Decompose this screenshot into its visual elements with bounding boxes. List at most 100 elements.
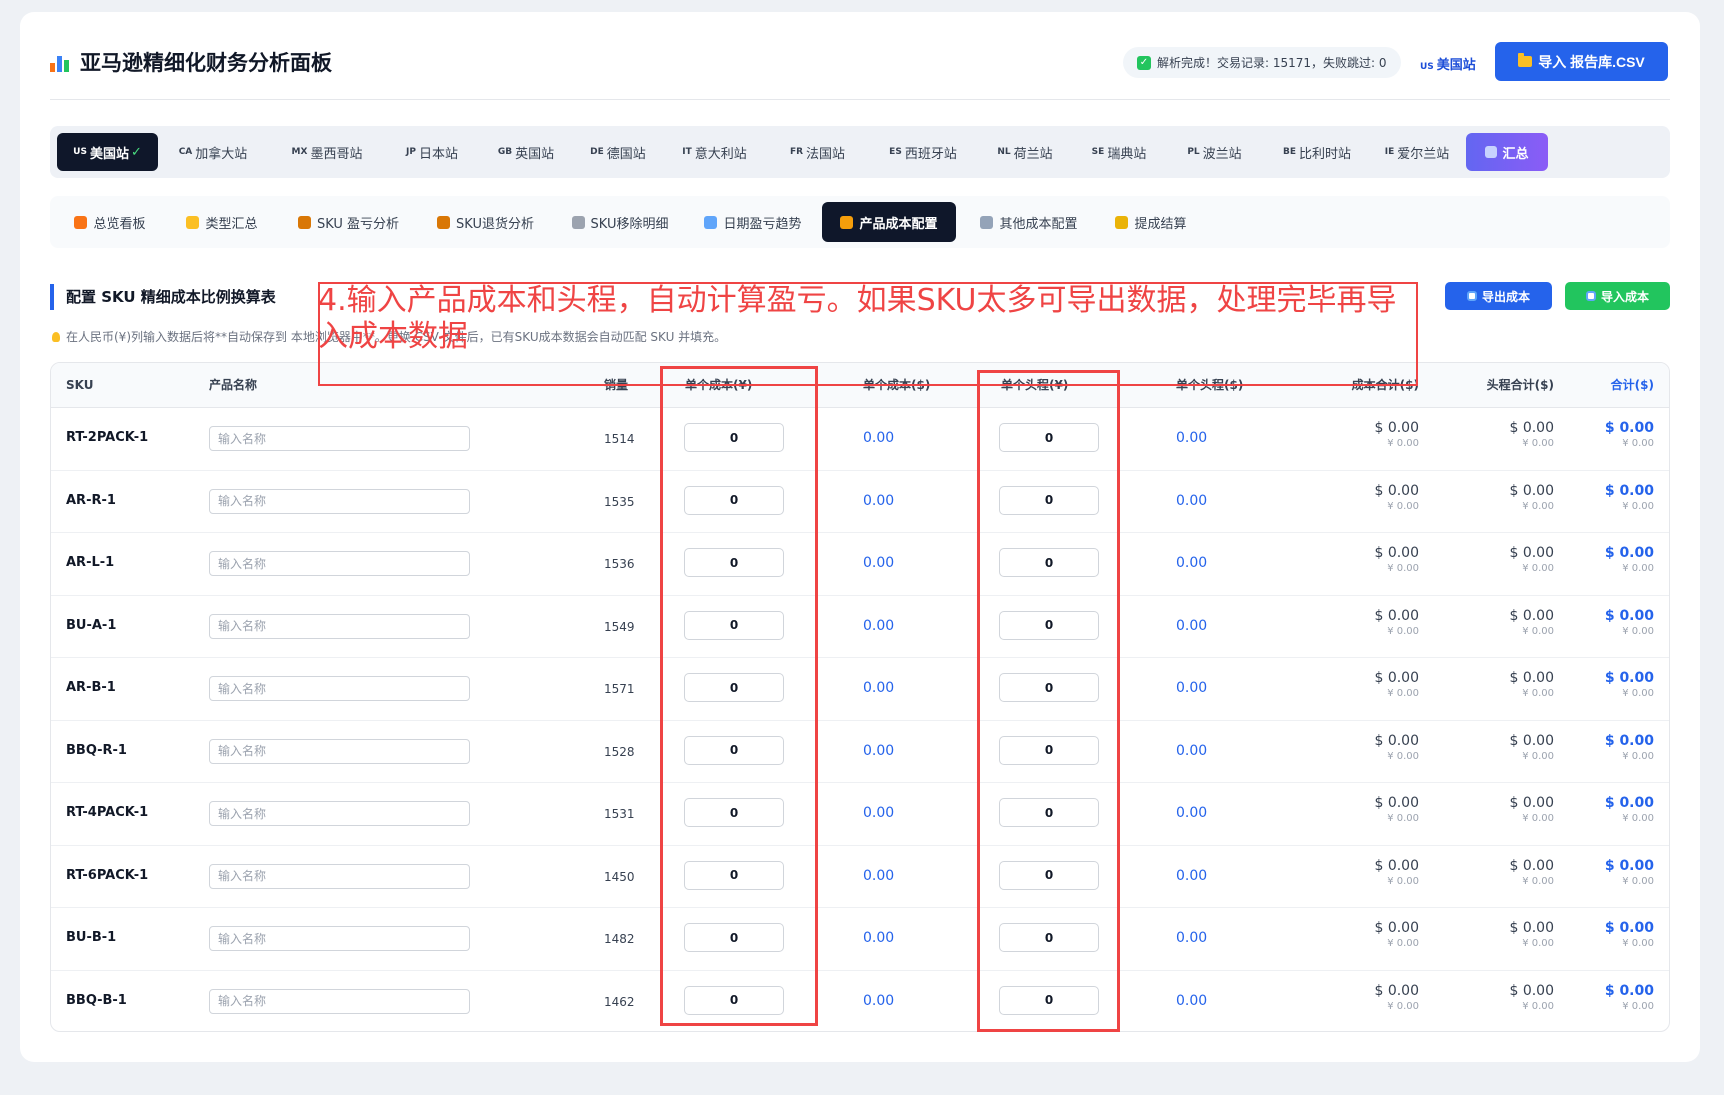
unit-cost-usd-value: 0.00 xyxy=(863,867,895,884)
view-tab-0[interactable]: 总览看板 xyxy=(58,202,162,242)
site-tab-ie[interactable]: IE 爱尔兰站 xyxy=(1375,133,1459,171)
product-name-input[interactable] xyxy=(209,801,470,826)
column-header[interactable]: SKU xyxy=(66,363,93,408)
grand-total-cny: ¥ 0.00 xyxy=(1622,500,1654,512)
view-tab-4[interactable]: SKU移除明细 xyxy=(556,202,684,242)
product-name-input[interactable] xyxy=(209,613,470,639)
product-name-input[interactable] xyxy=(209,738,470,764)
freight-total-cell: $ 0.00 ¥ 0.00 xyxy=(1509,983,1554,1012)
site-tab-nl[interactable]: NL 荷兰站 xyxy=(982,133,1068,171)
import-cost-button[interactable]: 导入成本 xyxy=(1565,282,1670,310)
unit-cost-usd-value: 0.00 xyxy=(863,805,895,821)
grand-total-usd: $ 0.00 xyxy=(1604,420,1654,436)
export-cost-button[interactable]: 导出成本 xyxy=(1445,282,1552,310)
column-header[interactable]: 合计($) xyxy=(1611,363,1654,408)
site-tab-gb[interactable]: GB 英国站 xyxy=(482,133,570,171)
view-tab-8[interactable]: 提成结算 xyxy=(1102,202,1200,242)
grand-total-usd: $ 0.00 xyxy=(1604,857,1654,874)
calendar-icon xyxy=(704,215,718,229)
view-tab-1[interactable]: 类型汇总 xyxy=(170,202,274,242)
site-tab-jp[interactable]: JP 日本站 xyxy=(390,133,474,171)
view-tabs: 总览看板 类型汇总 SKU 盈亏分析 SKU退货分析 SKU移除明细 日期盈亏趋势 产品成本… xyxy=(50,196,1670,248)
export-cost-label: 导出成本 xyxy=(1481,289,1530,304)
product-name-input[interactable] xyxy=(209,926,470,951)
site-tab-label: 汇总 xyxy=(1502,146,1529,162)
sku-cell: BBQ-R-1 xyxy=(66,742,127,758)
unit-cost-usd-value: 0.00 xyxy=(863,992,895,1009)
import-csv-button[interactable]: 导入 报告库.CSV xyxy=(1495,42,1668,81)
unit-cost-usd-value: 0.00 xyxy=(863,680,895,696)
view-tab-label: 类型汇总 xyxy=(205,216,258,232)
current-site-link[interactable]: US 美国站 xyxy=(1420,54,1476,73)
view-tab-5[interactable]: 日期盈亏趋势 xyxy=(692,202,814,242)
cost-total-usd: $ 0.00 xyxy=(1374,545,1419,561)
site-tab-label: 荷兰站 xyxy=(1013,146,1053,162)
view-tab-label: SKU移除明细 xyxy=(590,216,669,232)
view-tab-3[interactable]: SKU退货分析 xyxy=(423,202,548,242)
table-row: BBQ-B-114620.000.00$ 0.00¥ 0.00$ 0.00¥ 0… xyxy=(51,971,1669,1032)
site-tab-label: 英国站 xyxy=(515,146,555,162)
cost-total-cny: ¥ 0.00 xyxy=(1387,563,1419,574)
site-tab-code: ES xyxy=(889,147,902,157)
site-tab-it[interactable]: IT 意大利站 xyxy=(666,133,763,171)
cost-total-cny: ¥ 0.00 xyxy=(1387,875,1419,887)
site-tab-label: 波兰站 xyxy=(1202,146,1242,162)
view-tab-6[interactable]: 产品成本配置 xyxy=(822,202,956,242)
table-row: RT-2PACK-115140.000.00$ 0.00¥ 0.00$ 0.00… xyxy=(51,408,1669,471)
cost-total-usd: $ 0.00 xyxy=(1374,420,1419,436)
grand-total-usd: $ 0.00 xyxy=(1604,795,1654,811)
freight-total-usd: $ 0.00 xyxy=(1509,982,1554,999)
view-tab-2[interactable]: SKU 盈亏分析 xyxy=(282,202,415,242)
site-tab-es[interactable]: ES 西班牙站 xyxy=(872,133,974,171)
cost-total-cny: ¥ 0.00 xyxy=(1387,438,1419,449)
cost-total-usd: $ 0.00 xyxy=(1374,482,1419,499)
site-tab-code: FR xyxy=(789,147,804,157)
freight-total-cny: ¥ 0.00 xyxy=(1522,813,1554,824)
site-tab-label: 西班牙站 xyxy=(904,146,957,162)
lightbulb-icon xyxy=(52,331,60,342)
site-tab-se[interactable]: SE 瑞典站 xyxy=(1076,133,1162,171)
site-tab-code: IT xyxy=(682,147,692,157)
quantity-cell: 1549 xyxy=(604,619,635,634)
grand-total-cell: $ 0.00 ¥ 0.00 xyxy=(1605,983,1654,1012)
sku-cell: BU-A-1 xyxy=(66,617,117,633)
site-tab-ca[interactable]: CA 加拿大站 xyxy=(162,133,264,171)
site-tab-fr[interactable]: FR 法国站 xyxy=(771,133,864,171)
cost-total-cny: ¥ 0.00 xyxy=(1387,688,1419,699)
import-icon xyxy=(1585,291,1596,301)
site-tab-label: 墨西哥站 xyxy=(310,146,363,162)
cost-total-cny: ¥ 0.00 xyxy=(1387,813,1419,824)
view-tab-label: 提成结算 xyxy=(1134,216,1187,232)
site-tab-de[interactable]: DE 德国站 xyxy=(578,133,658,171)
grand-total-cny: ¥ 0.00 xyxy=(1622,938,1654,949)
column-header[interactable]: 产品名称 xyxy=(209,363,257,408)
view-tab-label: 产品成本配置 xyxy=(859,216,938,232)
cost-total-cell: $ 0.00 ¥ 0.00 xyxy=(1374,983,1419,1012)
site-tab-pl[interactable]: PL 波兰站 xyxy=(1170,133,1259,171)
folder-icon xyxy=(186,215,200,229)
site-tab-code: IE xyxy=(1384,147,1395,157)
product-name-input[interactable] xyxy=(209,551,470,576)
site-tab-be[interactable]: BE 比利时站 xyxy=(1267,133,1367,171)
site-tab-label: 日本站 xyxy=(418,146,458,162)
product-name-input[interactable] xyxy=(209,988,470,1014)
product-name-input[interactable] xyxy=(209,676,470,701)
cost-total-cell: $ 0.00 ¥ 0.00 xyxy=(1374,608,1419,637)
unit-freight-usd-value: 0.00 xyxy=(1176,805,1208,821)
sku-cell: BBQ-B-1 xyxy=(66,992,127,1008)
site-tab-summary[interactable]: 汇总 xyxy=(1466,133,1548,171)
cost-total-cell: $ 0.00 ¥ 0.00 xyxy=(1374,545,1419,574)
column-header[interactable]: 头程合计($) xyxy=(1487,363,1554,408)
chart-icon xyxy=(1485,146,1498,158)
site-tab-us[interactable]: US 美国站 ✓ xyxy=(57,133,158,171)
quantity-cell: 1482 xyxy=(604,932,635,946)
product-name-input[interactable] xyxy=(209,488,470,514)
site-tab-mx[interactable]: MX 墨西哥站 xyxy=(272,133,382,171)
product-name-input[interactable] xyxy=(209,426,470,451)
grand-total-cell: $ 0.00 ¥ 0.00 xyxy=(1605,483,1654,512)
table-row: RT-6PACK-114500.000.00$ 0.00¥ 0.00$ 0.00… xyxy=(51,846,1669,908)
grand-total-cny: ¥ 0.00 xyxy=(1622,563,1654,574)
view-tab-7[interactable]: 其他成本配置 xyxy=(965,202,1093,242)
quantity-cell: 1462 xyxy=(604,994,635,1009)
product-name-input[interactable] xyxy=(209,863,470,889)
